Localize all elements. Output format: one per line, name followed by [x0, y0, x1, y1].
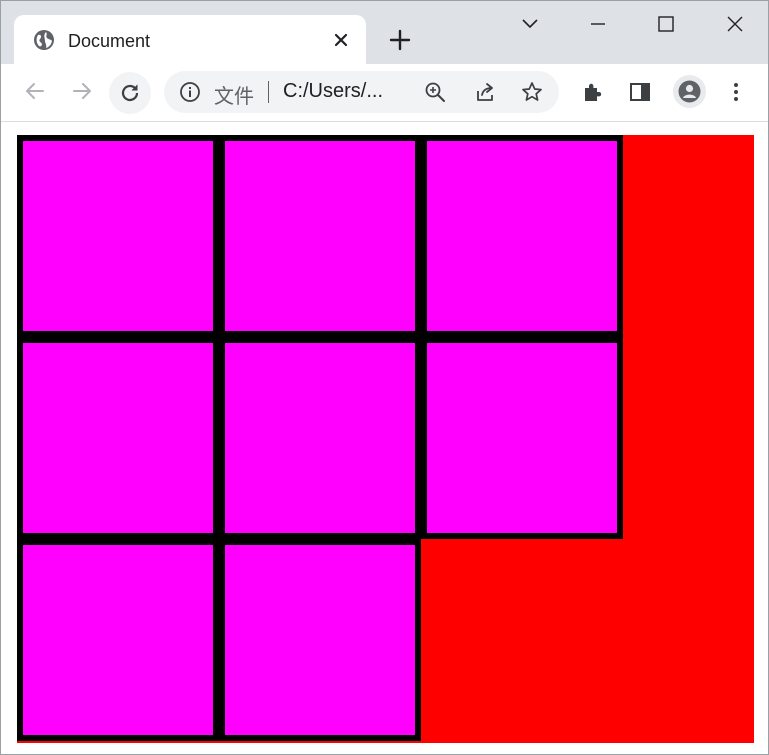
avatar-icon: [678, 80, 701, 103]
side-panel-icon[interactable]: [628, 80, 654, 106]
grid-cell-4: [17, 337, 219, 539]
red-container: [17, 135, 754, 743]
active-tab[interactable]: Document: [14, 15, 366, 64]
tab-strip: Document: [1, 1, 768, 64]
grid-cell-2: [219, 135, 421, 337]
url-text[interactable]: C:/Users/...: [283, 80, 383, 103]
zoom-icon[interactable]: [424, 81, 446, 103]
minimize-icon[interactable]: [587, 13, 609, 35]
grid-cell-7: [17, 539, 219, 741]
share-icon[interactable]: [474, 81, 496, 103]
close-icon[interactable]: [332, 31, 350, 49]
grid-cell-6: [421, 337, 623, 539]
grid-cell-5: [219, 337, 421, 539]
maximize-icon[interactable]: [655, 13, 677, 35]
info-icon[interactable]: [179, 81, 201, 103]
menu-kebab-icon[interactable]: [724, 80, 750, 106]
omnibox-divider: [268, 81, 269, 103]
globe-icon: [33, 29, 55, 51]
grid-cell-3: [421, 135, 623, 337]
new-tab-plus-icon[interactable]: [389, 29, 411, 51]
tab-title: Document: [68, 31, 151, 51]
star-bookmark-icon[interactable]: [521, 81, 543, 103]
address-bar[interactable]: 文件 C:/Users/...: [164, 71, 559, 113]
page-content: [1, 122, 768, 754]
window-close-icon[interactable]: [724, 13, 746, 35]
reload-icon: [117, 80, 143, 106]
forward-arrow-icon[interactable]: [69, 78, 95, 104]
grid-cell-8: [219, 539, 421, 741]
tab-search-chevron-icon[interactable]: [519, 13, 541, 35]
browser-toolbar: 文件 C:/Users/...: [1, 64, 768, 122]
reload-button[interactable]: [109, 72, 151, 114]
back-arrow-icon[interactable]: [22, 78, 48, 104]
browser-window: Document 文件 C:/Users/...: [0, 0, 769, 755]
profile-button[interactable]: [673, 75, 706, 108]
security-label: 文件: [214, 86, 254, 108]
extensions-puzzle-icon[interactable]: [581, 80, 607, 106]
grid-cell-1: [17, 135, 219, 337]
